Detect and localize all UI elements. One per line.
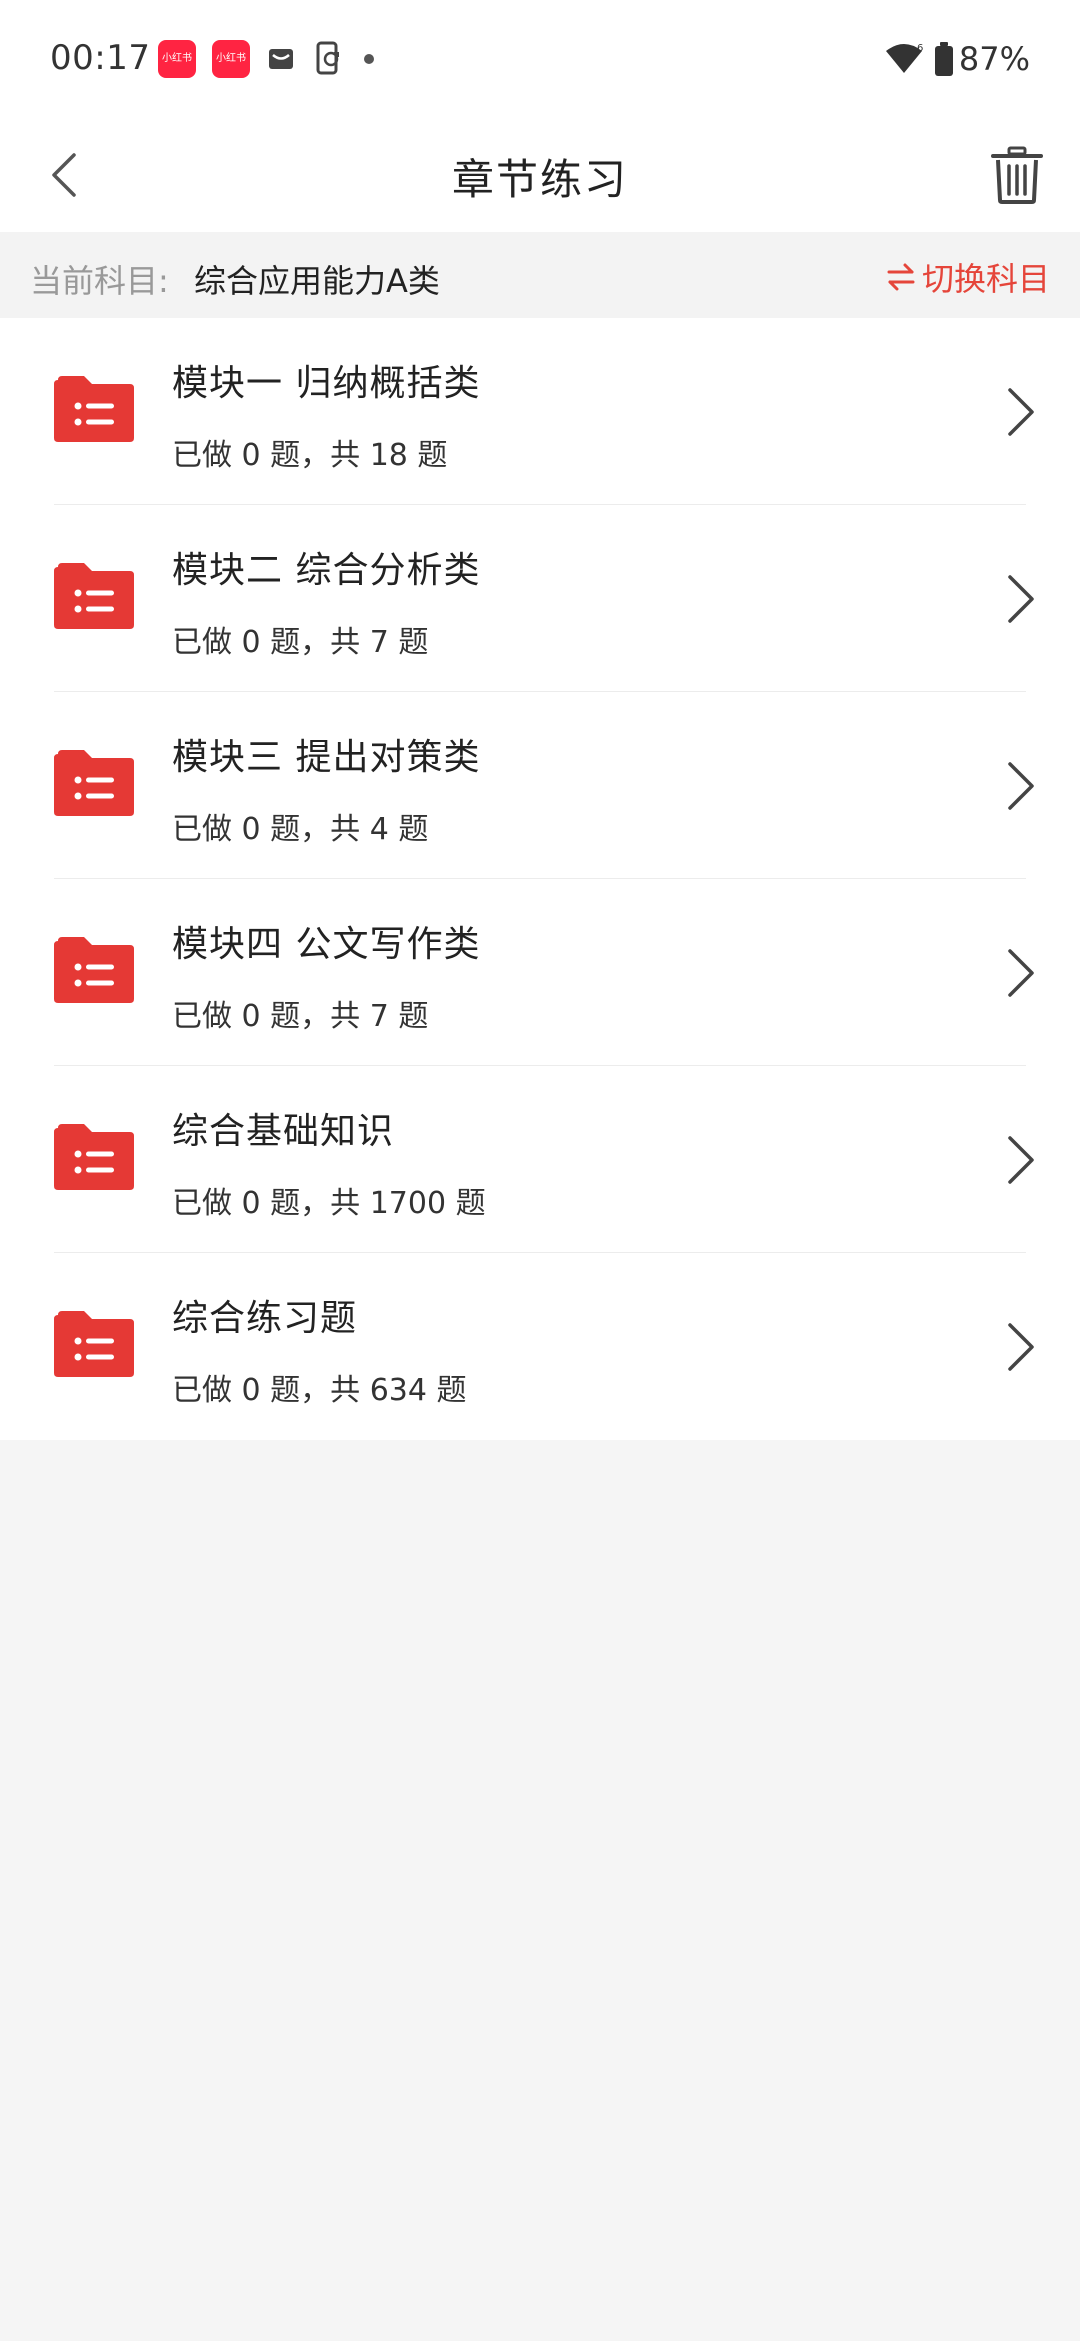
switch-subject-button[interactable]: 切换科目 — [886, 254, 1050, 300]
folder-list-icon — [54, 376, 134, 442]
folder-list-icon — [54, 563, 134, 629]
chevron-right-icon — [1008, 1323, 1034, 1371]
chapter-progress: 已做 0 题，共 7 题 — [172, 625, 429, 660]
chevron-right-icon — [1008, 762, 1034, 810]
subject-bar: 当前科目: 综合应用能力A类 切换科目 — [0, 232, 1080, 318]
chapter-item[interactable]: 模块一 归纳概括类 已做 0 题，共 18 题 — [0, 318, 1080, 505]
notification-icons: 小红书 小红书 — [158, 40, 394, 78]
status-right: 6 87% — [883, 38, 1030, 80]
chapter-list: 模块一 归纳概括类 已做 0 题，共 18 题 模块二 综合分析类 已做 0 题… — [0, 318, 1080, 1440]
chapter-title: 综合基础知识 — [172, 1111, 395, 1152]
chapter-progress: 已做 0 题，共 7 题 — [172, 999, 429, 1034]
chapter-title: 模块三 提出对策类 — [172, 737, 481, 778]
status-bar: 00:17 小红书 小红书 6 87% — [0, 0, 1080, 118]
subject-value: 综合应用能力A类 — [194, 262, 440, 300]
chapter-title: 综合练习题 — [172, 1298, 358, 1339]
svg-text:6: 6 — [917, 43, 923, 54]
wifi-icon: 6 — [885, 43, 923, 73]
chapter-item[interactable]: 模块三 提出对策类 已做 0 题，共 4 题 — [0, 692, 1080, 879]
more-notifications-dot-icon — [364, 54, 374, 64]
chapter-progress: 已做 0 题，共 18 题 — [172, 438, 448, 473]
chevron-right-icon — [1008, 1136, 1034, 1184]
chapter-title: 模块一 归纳概括类 — [172, 363, 481, 404]
folder-list-icon — [54, 937, 134, 1003]
switch-subject-label: 切换科目 — [921, 260, 1050, 298]
xiaohongshu-notification-icon-2: 小红书 — [212, 40, 250, 78]
chapter-title: 模块四 公文写作类 — [172, 924, 481, 965]
trash-icon — [991, 146, 1043, 204]
chapter-title: 模块二 综合分析类 — [172, 550, 481, 591]
chapter-progress: 已做 0 题，共 634 题 — [172, 1373, 467, 1408]
delete-button[interactable] — [980, 138, 1054, 212]
subject-label: 当前科目: — [30, 262, 169, 300]
chapter-item[interactable]: 综合练习题 已做 0 题，共 634 题 — [0, 1253, 1080, 1440]
folder-list-icon — [54, 750, 134, 816]
chevron-right-icon — [1008, 949, 1034, 997]
chevron-right-icon — [1008, 388, 1034, 436]
status-time: 00:17 — [50, 38, 151, 78]
app-bar: 章节练习 — [0, 118, 1080, 232]
chapter-item[interactable]: 模块四 公文写作类 已做 0 题，共 7 题 — [0, 879, 1080, 1066]
swap-arrows-icon — [887, 263, 915, 291]
battery-icon — [934, 42, 953, 76]
chapter-progress: 已做 0 题，共 4 题 — [172, 812, 429, 847]
folder-list-icon — [54, 1124, 134, 1190]
chevron-right-icon — [1008, 575, 1034, 623]
page-title: 章节练习 — [451, 155, 628, 204]
mail-notification-icon — [269, 49, 293, 69]
phone-sync-notification-icon — [316, 41, 339, 75]
chapter-progress: 已做 0 题，共 1700 题 — [172, 1186, 486, 1221]
folder-list-icon — [54, 1311, 134, 1377]
chapter-item[interactable]: 模块二 综合分析类 已做 0 题，共 7 题 — [0, 505, 1080, 692]
xiaohongshu-notification-icon: 小红书 — [158, 40, 196, 78]
chapter-item[interactable]: 综合基础知识 已做 0 题，共 1700 题 — [0, 1066, 1080, 1253]
battery-percentage: 87% — [958, 40, 1030, 78]
